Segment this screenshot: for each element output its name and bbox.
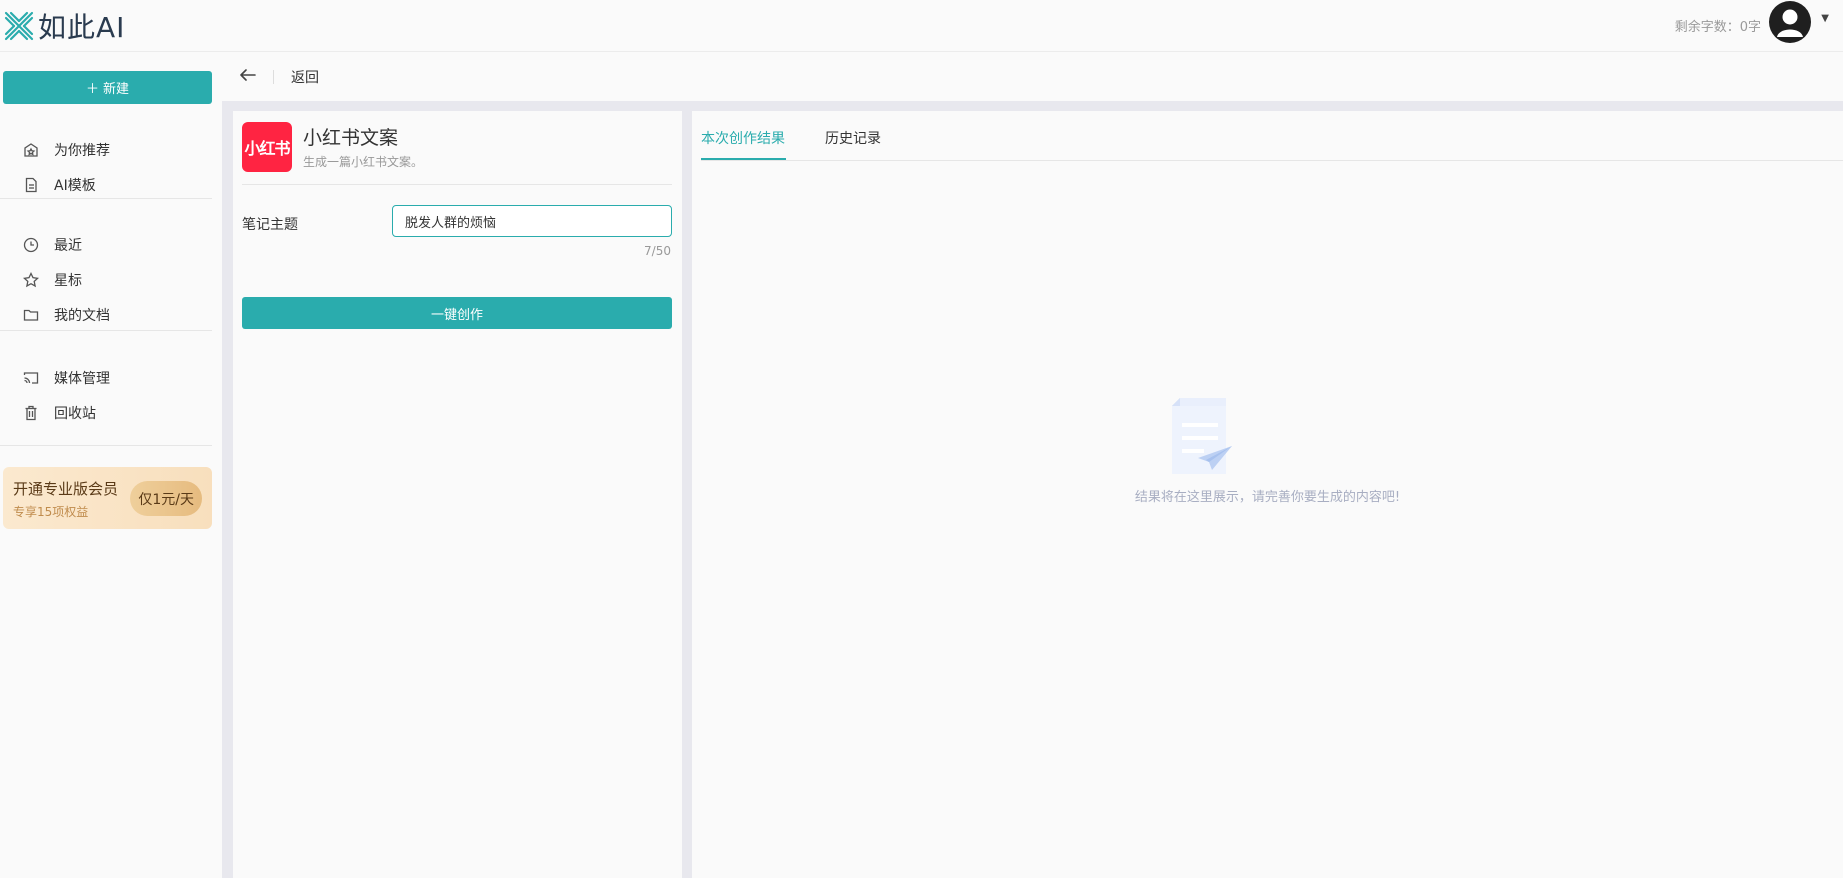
logo-mark-icon	[4, 11, 34, 41]
xiaohongshu-logo: 小红书	[242, 122, 292, 172]
sidebar-item-recommend[interactable]: 为你推荐	[0, 133, 220, 167]
back-bar: 返回	[222, 52, 1843, 101]
sidebar-item-label: AI模板	[54, 178, 96, 194]
logo-text: 如此AI	[38, 11, 126, 44]
sidebar-item-recent[interactable]: 最近	[0, 228, 220, 262]
user-icon	[1777, 9, 1803, 37]
back-separator	[273, 70, 274, 84]
tool-form-panel: 小红书 小红书文案 生成一篇小红书文案。 笔记主题 7/50 一键创作	[233, 111, 682, 878]
trash-icon	[22, 404, 40, 422]
sidebar-item-label: 最近	[54, 238, 82, 254]
sidebar-item-trash[interactable]: 回收站	[0, 396, 220, 430]
sidebar-divider	[0, 198, 212, 199]
sidebar-divider	[0, 445, 212, 446]
sidebar-item-media[interactable]: 媒体管理	[0, 361, 220, 395]
logo[interactable]: 如此AI	[2, 6, 125, 46]
star-icon	[22, 271, 40, 289]
tab-history[interactable]: 历史记录	[825, 128, 881, 148]
home-star-icon	[22, 141, 40, 159]
empty-state-text: 结果将在这里展示，请完善你要生成的内容吧!	[1134, 490, 1401, 505]
sidebar: ＋ 新建 为你推荐 AI模板 最近 星标 我的文档 媒体管理 回收站 开通专业版…	[0, 52, 220, 878]
quota-text: 剩余字数：0字	[1674, 20, 1761, 35]
topic-input[interactable]	[392, 205, 672, 237]
promo-subtitle: 专享15项权益	[13, 505, 89, 519]
back-button[interactable]: 返回	[291, 67, 319, 87]
active-tab-indicator	[701, 158, 786, 160]
result-panel: 本次创作结果 历史记录 结果将在这里展示，请完善你要生成的内容吧!	[692, 111, 1843, 878]
tool-title: 小红书文案	[303, 127, 399, 149]
sidebar-item-label: 回收站	[54, 406, 96, 422]
topic-char-count: 7/50	[644, 244, 671, 258]
sidebar-item-label: 为你推荐	[54, 143, 110, 159]
sidebar-item-my-docs[interactable]: 我的文档	[0, 298, 220, 332]
new-button[interactable]: ＋ 新建	[3, 71, 212, 104]
sidebar-item-starred[interactable]: 星标	[0, 263, 220, 297]
main-content: 返回 小红书 小红书文案 生成一篇小红书文案。 笔记主题 7/50 一键创作 本…	[222, 52, 1843, 878]
folder-icon	[22, 306, 40, 324]
document-icon	[22, 176, 40, 194]
promo-price-button[interactable]: 仅1元/天	[130, 481, 202, 516]
arrow-left-icon[interactable]	[238, 65, 258, 85]
sidebar-item-label: 星标	[54, 273, 82, 289]
plus-icon: ＋	[85, 82, 99, 97]
top-bar: 如此AI 剩余字数：0字 ▼	[0, 0, 1843, 52]
cast-icon	[22, 369, 40, 387]
result-tabs: 本次创作结果 历史记录	[701, 111, 1843, 161]
avatar[interactable]	[1769, 1, 1811, 43]
topic-label: 笔记主题	[242, 217, 298, 233]
sidebar-item-label: 我的文档	[54, 308, 110, 324]
caret-down-icon[interactable]: ▼	[1821, 13, 1829, 24]
tab-current-result[interactable]: 本次创作结果	[701, 128, 785, 148]
new-button-label: 新建	[103, 82, 130, 97]
generate-button[interactable]: 一键创作	[242, 297, 672, 329]
sidebar-item-ai-templates[interactable]: AI模板	[0, 168, 220, 202]
membership-promo[interactable]: 开通专业版会员 专享15项权益 仅1元/天	[3, 467, 212, 529]
clock-icon	[22, 236, 40, 254]
form-divider	[242, 184, 672, 185]
promo-title: 开通专业版会员	[13, 480, 119, 498]
sidebar-item-label: 媒体管理	[54, 371, 110, 387]
sidebar-divider	[0, 330, 212, 331]
tool-description: 生成一篇小红书文案。	[303, 155, 424, 169]
empty-document-icon	[1172, 398, 1232, 474]
